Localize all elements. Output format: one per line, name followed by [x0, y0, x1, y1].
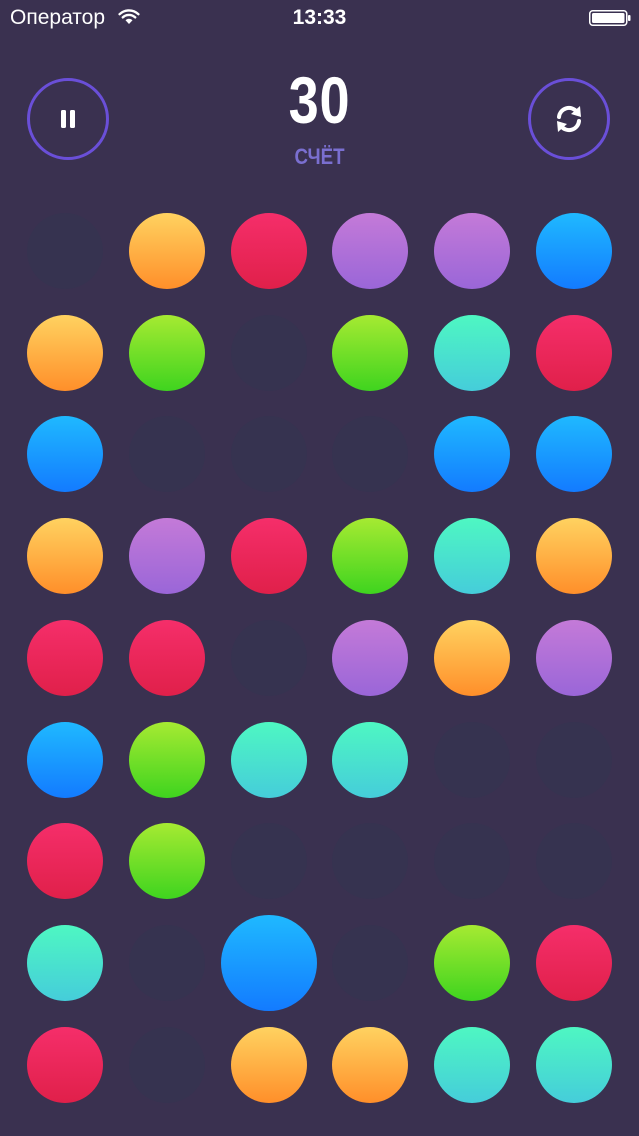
red-dot[interactable] — [27, 1026, 103, 1103]
teal-dot[interactable] — [230, 721, 307, 798]
blue-dot[interactable] — [434, 416, 511, 493]
green-dot[interactable] — [434, 924, 511, 1001]
red-dot[interactable] — [128, 619, 205, 696]
empty-cell[interactable] — [128, 924, 205, 1001]
purple-dot[interactable] — [536, 619, 612, 696]
empty-cell[interactable] — [536, 721, 612, 798]
orange-dot[interactable] — [27, 518, 103, 595]
empty-cell[interactable] — [332, 924, 409, 1001]
teal-dot[interactable] — [332, 721, 409, 798]
empty-cell[interactable] — [536, 823, 612, 900]
blue-dot[interactable] — [536, 416, 612, 493]
teal-dot[interactable] — [434, 1026, 511, 1103]
empty-cell[interactable] — [434, 823, 511, 900]
teal-dot[interactable] — [434, 518, 511, 595]
purple-dot[interactable] — [434, 213, 511, 289]
blue-dot[interactable] — [536, 213, 612, 289]
blue-dot[interactable] — [27, 721, 103, 798]
orange-dot[interactable] — [536, 518, 612, 595]
teal-dot[interactable] — [434, 314, 511, 391]
empty-cell[interactable] — [230, 619, 307, 696]
green-dot[interactable] — [332, 518, 409, 595]
orange-dot[interactable] — [332, 1026, 409, 1103]
orange-dot[interactable] — [128, 213, 205, 289]
empty-cell[interactable] — [230, 823, 307, 900]
empty-cell[interactable] — [230, 314, 307, 391]
orange-dot[interactable] — [27, 314, 103, 391]
blue-dot[interactable] — [27, 416, 103, 493]
empty-cell[interactable] — [128, 416, 205, 493]
purple-dot[interactable] — [332, 213, 409, 289]
teal-dot[interactable] — [27, 924, 103, 1001]
green-dot[interactable] — [128, 721, 205, 798]
teal-dot[interactable] — [536, 1026, 612, 1103]
green-dot[interactable] — [332, 314, 409, 391]
purple-dot[interactable] — [128, 518, 205, 595]
red-dot[interactable] — [27, 619, 103, 696]
empty-cell[interactable] — [128, 1026, 205, 1103]
purple-dot[interactable] — [332, 619, 409, 696]
game-board — [0, 0, 639, 1136]
red-dot[interactable] — [230, 213, 307, 289]
green-dot[interactable] — [128, 823, 205, 900]
empty-cell[interactable] — [27, 213, 103, 289]
orange-dot[interactable] — [434, 619, 511, 696]
empty-cell[interactable] — [230, 416, 307, 493]
red-dot[interactable] — [27, 823, 103, 900]
empty-cell[interactable] — [434, 721, 511, 798]
orange-dot[interactable] — [230, 1026, 307, 1103]
blue-dot[interactable] — [220, 914, 317, 1011]
empty-cell[interactable] — [332, 823, 409, 900]
red-dot[interactable] — [230, 518, 307, 595]
red-dot[interactable] — [536, 314, 612, 391]
empty-cell[interactable] — [332, 416, 409, 493]
green-dot[interactable] — [128, 314, 205, 391]
red-dot[interactable] — [536, 924, 612, 1001]
